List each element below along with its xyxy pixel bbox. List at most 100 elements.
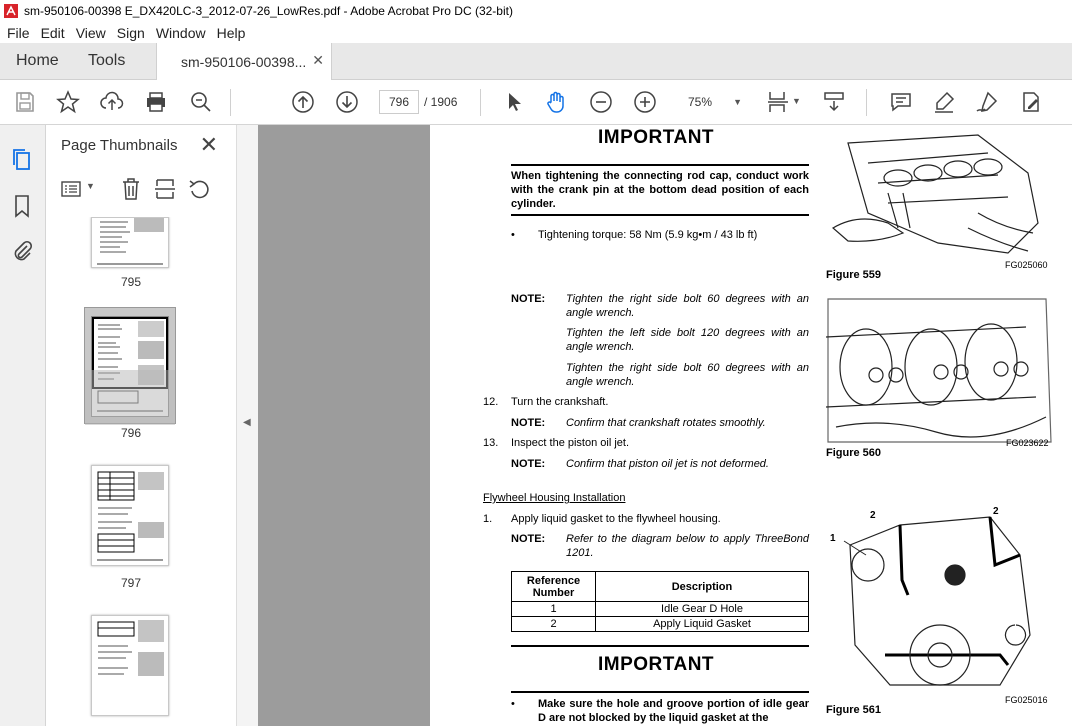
upload-share-icon[interactable] xyxy=(100,90,124,114)
note-text: Confirm that crankshaft rotates smoothly… xyxy=(566,417,766,429)
page-thumbnails-icon[interactable] xyxy=(10,148,34,172)
main-toolbar: 796 / 1906 75% ▼ ▼ xyxy=(0,80,1072,125)
save-icon[interactable] xyxy=(13,90,37,114)
note-text: Refer to the diagram below to apply Thre… xyxy=(566,533,809,559)
close-tab-icon[interactable]: ✕ xyxy=(312,52,324,69)
note-text: Tighten the right side bolt 60 degrees w… xyxy=(566,293,809,319)
figure-caption: Figure 561 xyxy=(826,704,882,716)
note-label: NOTE: xyxy=(511,533,546,545)
thumbnail-preview xyxy=(97,218,164,265)
callout-number: 2 xyxy=(993,506,999,517)
menu-edit[interactable]: Edit xyxy=(41,25,65,41)
page-thumbnails-panel: Page Thumbnails ✕ ▼ 795 796 797 xyxy=(46,125,275,726)
note-text: Confirm that piston oil jet is not defor… xyxy=(566,458,769,470)
thumbnail-list: 795 796 797 xyxy=(46,217,216,726)
attachment-icon[interactable] xyxy=(10,239,34,263)
comment-icon[interactable] xyxy=(889,90,913,114)
menu-help[interactable]: Help xyxy=(217,25,246,41)
highlight-pen-icon[interactable] xyxy=(932,90,956,114)
tab-tools[interactable]: Tools xyxy=(88,52,125,70)
print-icon[interactable] xyxy=(144,90,168,114)
note-text: Tighten the right side bolt 60 degrees w… xyxy=(566,362,809,388)
reference-table: Reference Number Description 1 Idle Gear… xyxy=(511,571,809,632)
search-zoom-icon[interactable] xyxy=(189,90,213,114)
step-number: 1. xyxy=(483,513,493,525)
menu-file[interactable]: File xyxy=(7,25,30,41)
figure-559-crankshaft-illustration xyxy=(831,134,1039,254)
chevron-down-icon[interactable]: ▼ xyxy=(86,181,95,191)
zoom-out-icon[interactable] xyxy=(589,90,613,114)
note-label: NOTE: xyxy=(511,417,546,429)
page-display-icon[interactable] xyxy=(766,90,790,114)
thumbnail-page[interactable] xyxy=(91,465,169,566)
important-text: Make sure the hole and groove portion of… xyxy=(538,698,809,724)
thumbnail-page-selected[interactable] xyxy=(84,307,176,425)
thumbnail-page[interactable] xyxy=(91,615,169,716)
zoom-level-select[interactable]: 75% ▼ xyxy=(678,90,746,114)
step-text: Inspect the piston oil jet. xyxy=(511,437,630,449)
figure-code: FG025016 xyxy=(1005,695,1048,705)
trash-icon[interactable] xyxy=(120,177,142,201)
table-header: Reference Number xyxy=(511,571,596,602)
figure-caption: Figure 559 xyxy=(826,269,882,281)
left-navigation-rail xyxy=(0,125,46,726)
panel-splitter[interactable]: ◀ xyxy=(236,125,258,726)
menu-window[interactable]: Window xyxy=(156,25,206,41)
chevron-down-icon: ▼ xyxy=(733,97,742,107)
thumbnail-label: 797 xyxy=(120,576,142,590)
figure-caption: Figure 560 xyxy=(826,447,882,459)
table-header: Description xyxy=(595,571,809,602)
note-text: Tighten the left side bolt 120 degrees w… xyxy=(566,327,809,353)
next-page-icon[interactable] xyxy=(335,90,359,114)
bookmark-icon[interactable] xyxy=(10,194,34,218)
options-menu-icon[interactable] xyxy=(60,178,84,200)
table-row: 2 Apply Liquid Gasket xyxy=(511,616,809,632)
scroll-mode-icon[interactable] xyxy=(822,90,846,114)
page-number-input[interactable]: 796 xyxy=(379,90,419,114)
hand-tool-icon[interactable] xyxy=(544,90,568,114)
table-cell: Apply Liquid Gasket xyxy=(595,616,809,632)
section-heading: Flywheel Housing Installation xyxy=(483,492,626,504)
tab-bar: Home Tools sm-950106-00398... ✕ xyxy=(0,43,1072,80)
zoom-in-icon[interactable] xyxy=(633,90,657,114)
note-label: NOTE: xyxy=(511,293,546,305)
important-heading: IMPORTANT xyxy=(598,127,715,148)
collapse-panel-arrow-icon[interactable]: ◀ xyxy=(243,417,251,428)
bullet: • xyxy=(511,698,515,710)
menu-view[interactable]: View xyxy=(76,25,106,41)
select-cursor-icon[interactable] xyxy=(502,90,526,114)
menu-sign[interactable]: Sign xyxy=(117,25,145,41)
chevron-down-icon[interactable]: ▼ xyxy=(792,96,801,106)
close-panel-icon[interactable]: ✕ xyxy=(200,132,218,158)
callout-number: 2 xyxy=(870,510,876,521)
step-number: 12. xyxy=(483,396,499,408)
tab-document[interactable]: sm-950106-00398... ✕ xyxy=(156,43,332,80)
tab-home[interactable]: Home xyxy=(16,52,59,70)
toolbar-divider xyxy=(230,89,231,116)
extract-pages-icon[interactable] xyxy=(154,177,176,201)
document-viewer[interactable]: IMPORTANT When tightening the connecting… xyxy=(258,125,1072,726)
thumbnail-preview xyxy=(97,620,164,676)
window-title: sm-950106-00398 E_DX420LC-3_2012-07-26_L… xyxy=(24,4,513,18)
sign-pen-icon[interactable] xyxy=(975,90,999,114)
rule xyxy=(511,214,809,216)
tab-document-label: sm-950106-00398... xyxy=(181,54,307,70)
acrobat-app-icon xyxy=(4,4,18,18)
figure-code: FG023622 xyxy=(1006,438,1049,448)
callout-number: 1 xyxy=(830,533,836,544)
thumbnail-viewport-overlay[interactable] xyxy=(85,370,175,425)
torque-spec: Tightening torque: 58 Nm (5.9 kg•m / 43 … xyxy=(538,229,758,241)
figure-561-flywheel-housing-illustration xyxy=(843,516,1031,686)
toolbar-divider xyxy=(480,89,481,116)
edit-document-icon[interactable] xyxy=(1019,90,1043,114)
panel-toolbar: ▼ xyxy=(46,169,236,207)
rotate-icon[interactable] xyxy=(188,177,210,201)
thumbnail-page[interactable] xyxy=(91,217,169,268)
rule xyxy=(511,164,809,166)
note-label: NOTE: xyxy=(511,458,546,470)
step-text: Turn the crankshaft. xyxy=(511,396,609,408)
star-bookmark-icon[interactable] xyxy=(56,90,80,114)
previous-page-icon[interactable] xyxy=(291,90,315,114)
thumbnail-label: 795 xyxy=(120,275,142,289)
figure-code: FG025060 xyxy=(1005,260,1048,270)
